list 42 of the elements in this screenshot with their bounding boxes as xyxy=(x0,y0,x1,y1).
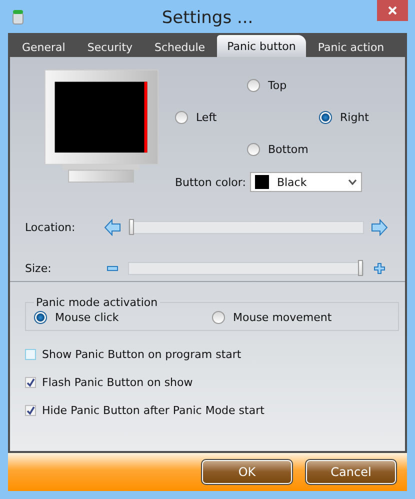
minus-icon[interactable] xyxy=(107,266,118,270)
tab[interactable]: Security xyxy=(77,37,143,57)
color-dropdown[interactable]: Black xyxy=(250,172,362,192)
location-label: Location: xyxy=(25,220,76,234)
cancel-button[interactable]: Cancel xyxy=(306,460,396,484)
radio-dot[interactable] xyxy=(175,110,188,124)
left-arrow-icon[interactable] xyxy=(104,218,122,236)
check-icon xyxy=(26,406,35,415)
radio-dot[interactable] xyxy=(34,311,47,324)
close-icon xyxy=(388,6,397,15)
activation-radio[interactable]: Mouse click xyxy=(34,311,212,324)
option-checkbox[interactable]: Hide Panic Button after Panic Mode start xyxy=(25,405,391,416)
tab[interactable]: General xyxy=(12,37,76,57)
radio-dot[interactable] xyxy=(319,110,332,124)
app-icon xyxy=(12,8,24,24)
button-color-label: Button color: xyxy=(175,176,246,188)
tab[interactable]: Panic button xyxy=(217,35,306,57)
close-button[interactable] xyxy=(377,0,408,21)
location-slider[interactable] xyxy=(128,220,364,234)
tab[interactable]: Schedule xyxy=(144,37,216,57)
position-radio[interactable]: Left xyxy=(175,110,247,124)
right-arrow-icon[interactable] xyxy=(371,218,388,236)
plus-icon[interactable] xyxy=(374,262,386,274)
option-checkbox[interactable]: Show Panic Button on program start xyxy=(25,349,391,360)
chevron-down-icon xyxy=(348,179,357,185)
radio-dot[interactable] xyxy=(212,311,225,324)
radio-dot[interactable] xyxy=(247,142,260,156)
check-icon xyxy=(26,378,35,387)
ok-button[interactable]: OK xyxy=(202,460,292,484)
size-label: Size: xyxy=(25,262,52,274)
activation-radio[interactable]: Mouse movement xyxy=(212,311,390,324)
tab[interactable]: Panic action xyxy=(308,37,394,57)
position-radio[interactable]: Bottom xyxy=(247,142,319,156)
window-title: Settings ... xyxy=(160,8,254,28)
slider-thumb[interactable] xyxy=(129,218,134,234)
size-slider[interactable] xyxy=(128,262,364,274)
position-radio[interactable]: Top xyxy=(247,78,319,92)
option-checkbox[interactable]: Flash Panic Button on show xyxy=(25,377,391,388)
group-title: Panic mode activation xyxy=(35,296,159,309)
position-radio[interactable]: Right xyxy=(319,110,391,124)
slider-thumb[interactable] xyxy=(358,260,364,276)
radio-dot[interactable] xyxy=(247,78,260,92)
